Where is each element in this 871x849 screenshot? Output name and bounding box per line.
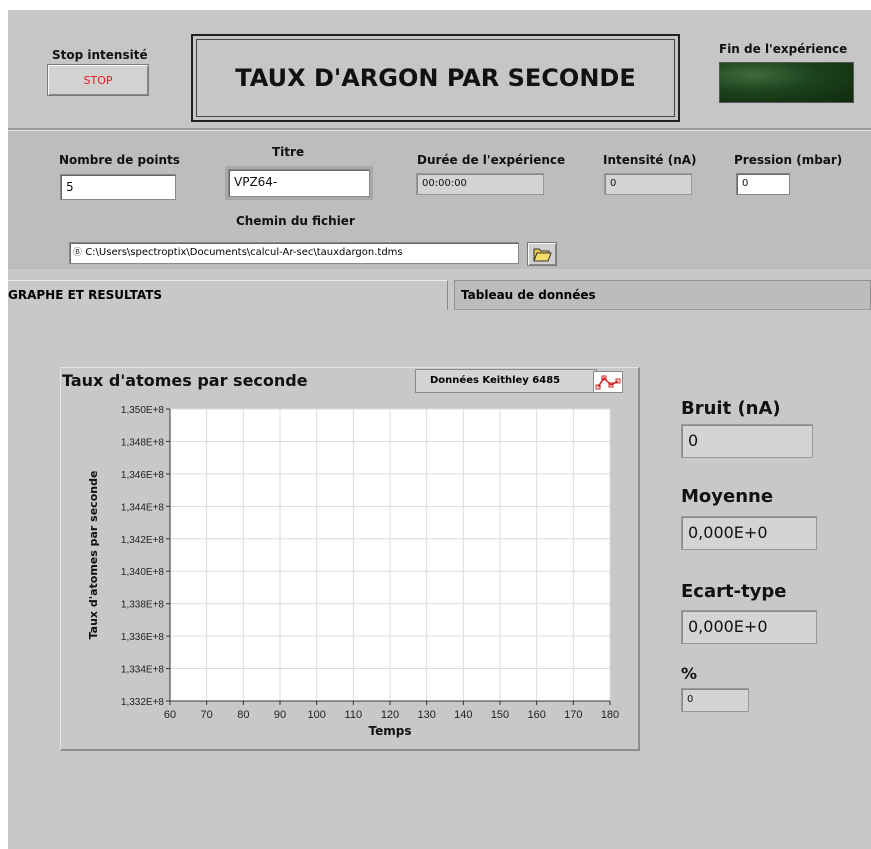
y-tick-label: 1,344E+8 (121, 502, 165, 513)
moyenne-display: 0,000E+0 (681, 516, 817, 550)
chemin-label: Chemin du fichier (236, 214, 355, 228)
y-tick-label: 1,334E+8 (121, 665, 165, 676)
x-tick-label: 120 (381, 709, 399, 721)
file-path-input[interactable]: Ⓑ C:\Users\spectroptix\Documents\calcul-… (69, 242, 519, 264)
title-frame: TAUX D'ARGON PAR SECONDE (191, 34, 680, 122)
duree-label: Durée de l'expérience (417, 153, 566, 167)
x-tick-label: 110 (345, 709, 363, 721)
x-tick-label: 80 (237, 709, 249, 721)
duree-display: 00:00:00 (416, 173, 544, 195)
front-panel: Stop intensité STOP TAUX D'ARGON PAR SEC… (8, 10, 871, 849)
pourcentage-label: % (681, 664, 698, 683)
header-section: Stop intensité STOP TAUX D'ARGON PAR SEC… (8, 10, 871, 130)
file-path-value: C:\Users\spectroptix\Documents\calcul-Ar… (85, 247, 403, 258)
bruit-display: 0 (681, 424, 813, 458)
pression-label: Pression (mbar) (734, 153, 843, 167)
bruit-label: Bruit (nA) (681, 398, 781, 419)
x-tick-label: 130 (417, 709, 435, 721)
ecart-type-display: 0,000E+0 (681, 610, 817, 644)
path-icon: Ⓑ (73, 248, 83, 258)
y-tick-label: 1,350E+8 (121, 405, 165, 416)
y-tick-label: 1,348E+8 (121, 437, 165, 448)
y-axis-label: Taux d'atomes par seconde (87, 471, 100, 640)
nombre-points-input[interactable]: 5 (60, 174, 176, 200)
page-title: TAUX D'ARGON PAR SECONDE (196, 39, 675, 117)
y-tick-label: 1,342E+8 (121, 535, 165, 546)
x-tick-label: 180 (601, 709, 619, 721)
moyenne-label: Moyenne (681, 486, 774, 507)
tab-bar: GRAPHE ET RESULTATS Tableau de données (8, 280, 871, 310)
intensite-display: 0 (604, 173, 692, 195)
tab-tableau-donnees[interactable]: Tableau de données (454, 280, 871, 310)
browse-folder-button[interactable] (527, 242, 557, 266)
x-tick-label: 70 (201, 709, 213, 721)
x-axis-label: Temps (369, 724, 412, 738)
tab-graphe-resultats[interactable]: GRAPHE ET RESULTATS (8, 280, 448, 310)
fin-experience-label: Fin de l'expérience (719, 42, 848, 56)
pourcentage-display: 0 (681, 688, 749, 712)
stop-button[interactable]: STOP (47, 64, 149, 96)
nombre-points-label: Nombre de points (59, 153, 180, 167)
x-tick-label: 60 (164, 709, 176, 721)
titre-input[interactable]: VPZ64- (225, 166, 373, 200)
titre-label: Titre (272, 145, 305, 159)
y-tick-label: 1,346E+8 (121, 470, 165, 481)
folder-open-icon (533, 248, 552, 262)
x-tick-label: 150 (491, 709, 509, 721)
x-tick-label: 170 (564, 709, 582, 721)
fin-experience-led (719, 62, 854, 103)
y-tick-label: 1,336E+8 (121, 632, 165, 643)
y-tick-label: 1,338E+8 (121, 600, 165, 611)
x-tick-label: 140 (454, 709, 472, 721)
pression-input[interactable]: 0 (736, 173, 790, 195)
chart: 60 70 80 90 100 110 120 130 140 150 160 170 180 1,332… (87, 405, 619, 738)
ecart-type-label: Ecart-type (681, 581, 787, 602)
y-tick-label: 1,332E+8 (121, 697, 165, 708)
x-tick-label: 90 (274, 709, 286, 721)
y-tick-label: 1,340E+8 (121, 567, 165, 578)
intensite-label: Intensité (nA) (603, 153, 697, 167)
x-tick-label: 160 (527, 709, 545, 721)
stop-intensite-label: Stop intensité (52, 48, 148, 62)
x-tick-label: 100 (307, 709, 325, 721)
